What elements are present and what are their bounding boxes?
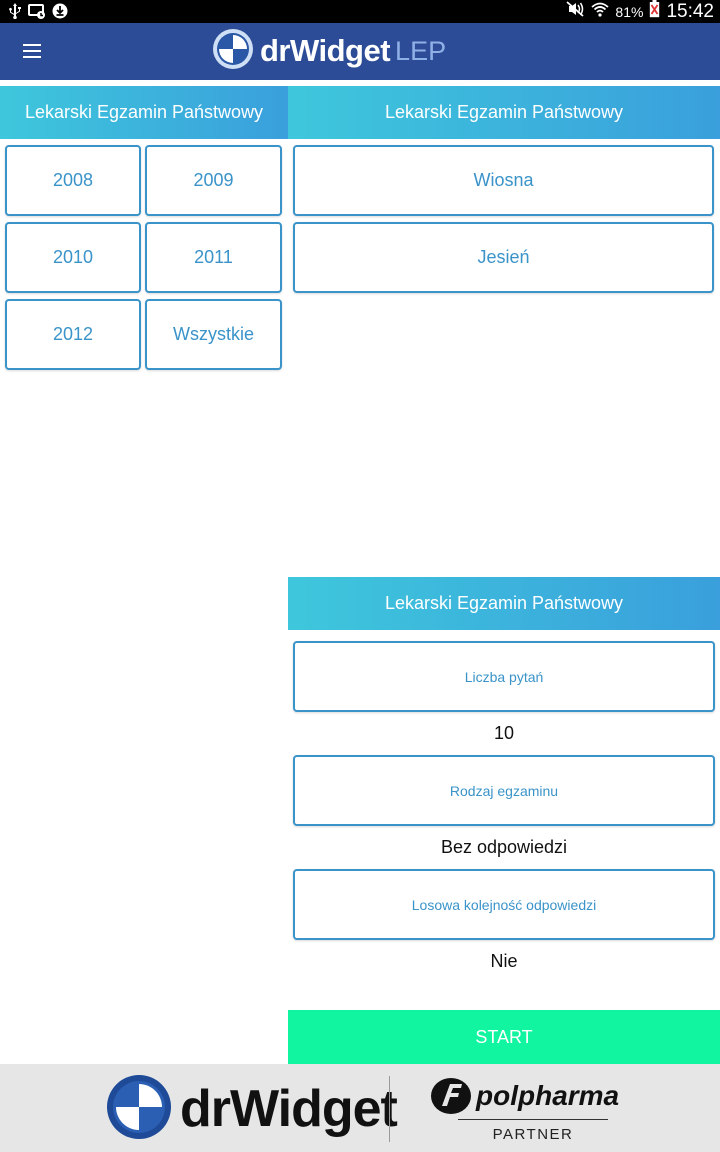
status-bar-right: 81% 15:42	[565, 0, 714, 23]
footer-brand-name: drWidget	[180, 1080, 398, 1138]
footer-partner: polpharma PARTNER	[428, 1074, 640, 1144]
menu-button[interactable]	[14, 36, 48, 66]
menu-icon-line-2	[23, 50, 41, 52]
footer-brand: drWidget	[106, 1074, 398, 1144]
start-button[interactable]: START	[288, 1010, 720, 1064]
battery-percent: 81%	[615, 3, 644, 20]
year-2010-button[interactable]: 2010	[5, 222, 141, 293]
exam-type-button[interactable]: Rodzaj egzaminu	[293, 755, 715, 826]
settings-panel-header: Lekarski Egzamin Państwowy	[288, 577, 720, 630]
status-bar: 81% 15:42	[0, 0, 720, 23]
mute-icon	[565, 1, 585, 22]
year-all-button[interactable]: Wszystkie	[145, 299, 282, 370]
footer-drwidget-logo-icon	[106, 1074, 172, 1144]
battery-icon	[649, 0, 660, 23]
wifi-icon	[591, 1, 610, 22]
year-2012-button[interactable]: 2012	[5, 299, 141, 370]
year-2011-button[interactable]: 2011	[145, 222, 282, 293]
download-icon	[52, 3, 68, 19]
status-time: 15:42	[666, 0, 714, 22]
cast-icon	[28, 3, 46, 19]
year-2008-button[interactable]: 2008	[5, 145, 141, 216]
session-autumn-button[interactable]: Jesień	[293, 222, 714, 293]
footer-banner: drWidget polpharma PARTNER	[0, 1064, 720, 1152]
app-logo: drWidget LEP	[212, 27, 446, 75]
questions-count-button[interactable]: Liczba pytań	[293, 641, 715, 712]
shuffle-answers-button[interactable]: Losowa kolejność odpowiedzi	[293, 869, 715, 940]
exam-type-value: Bez odpowiedzi	[440, 837, 568, 857]
menu-icon-line-3	[23, 56, 41, 58]
session-spring-button[interactable]: Wiosna	[293, 145, 714, 216]
app-logo-suffix: LEP	[395, 35, 447, 66]
polpharma-logo-icon	[428, 1076, 474, 1120]
year-2009-button[interactable]: 2009	[145, 145, 282, 216]
session-panel-header: Lekarski Egzamin Państwowy	[288, 86, 720, 139]
partner-name: polpharma	[476, 1080, 620, 1111]
years-panel-header: Lekarski Egzamin Państwowy	[0, 86, 288, 139]
usb-icon	[8, 3, 22, 19]
drwidget-logo-icon	[212, 28, 254, 74]
partner-label: PARTNER	[492, 1126, 574, 1143]
status-bar-left	[8, 3, 68, 19]
partner-underline	[458, 1119, 608, 1120]
questions-count-value: 10	[493, 723, 515, 743]
footer-separator	[389, 1076, 390, 1142]
app-logo-name: drWidget	[260, 33, 391, 68]
app-bar: drWidget LEP	[0, 23, 720, 80]
menu-icon	[23, 44, 41, 46]
shuffle-answers-value: Nie	[490, 951, 518, 971]
